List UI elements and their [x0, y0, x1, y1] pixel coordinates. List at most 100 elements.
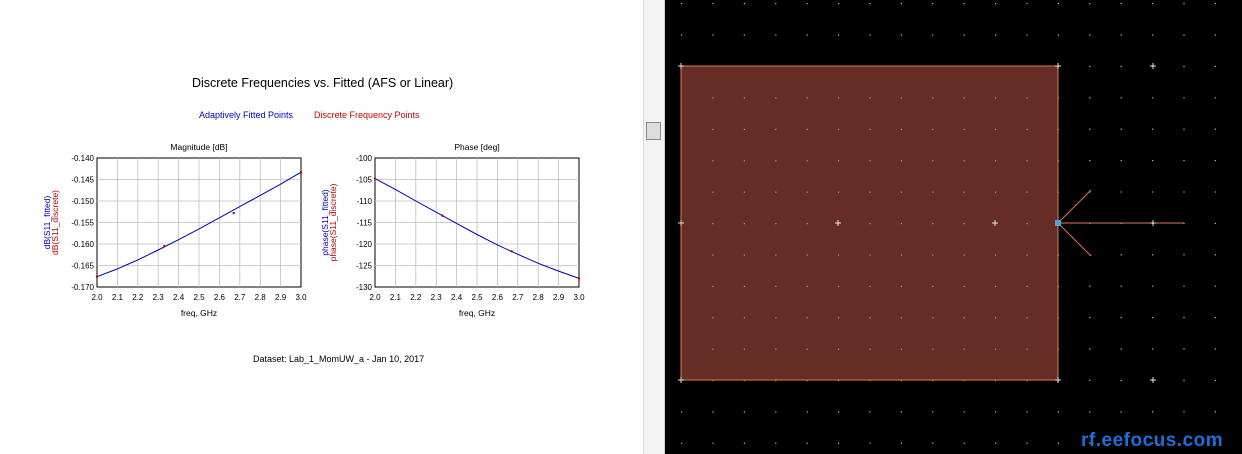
grid-dot	[806, 254, 808, 256]
grid-dot	[1120, 348, 1122, 350]
grid-dot	[775, 285, 777, 287]
vertical-scrollbar[interactable]	[643, 0, 665, 454]
grid-dot	[1089, 348, 1091, 350]
grid-dot	[1057, 348, 1059, 350]
grid-dot	[963, 128, 965, 130]
grid-dot	[712, 97, 714, 99]
scrollbar-thumb[interactable]	[646, 122, 661, 140]
grid-dot	[1057, 317, 1059, 319]
grid-dot	[1183, 191, 1185, 193]
grid-dot	[1026, 160, 1028, 162]
grid-dot	[869, 317, 871, 319]
grid-dot	[1089, 160, 1091, 162]
grid-dot	[1214, 285, 1216, 287]
grid-dot	[963, 97, 965, 99]
grid-dot	[869, 442, 871, 444]
grid-dot	[1026, 380, 1028, 382]
grid-dot	[712, 3, 714, 5]
grid-dot	[775, 411, 777, 413]
grid-dot	[1120, 65, 1122, 67]
grid-dot	[838, 380, 840, 382]
x-tick-label: 2.9	[553, 293, 565, 302]
grid-dot	[775, 97, 777, 99]
discrete-point	[232, 211, 235, 215]
grid-dot	[963, 348, 965, 350]
grid-dot	[995, 254, 997, 256]
watermark: rf.eefocus.com	[1081, 430, 1224, 451]
grid-dot	[995, 97, 997, 99]
grid-dot	[1120, 254, 1122, 256]
x-tick-label: 2.7	[512, 293, 524, 302]
grid-dot	[806, 97, 808, 99]
grid-dot	[932, 128, 934, 130]
layout-view[interactable]: rf.eefocus.com	[665, 0, 1242, 454]
grid-dot	[775, 223, 777, 225]
x-tick-label: 2.4	[173, 293, 185, 302]
grid-dot	[869, 97, 871, 99]
grid-dot	[1120, 97, 1122, 99]
y-tick-label: -0.155	[71, 219, 94, 228]
x-axis-label: freq, GHz	[181, 308, 217, 318]
grid-dot	[806, 160, 808, 162]
grid-dot	[932, 317, 934, 319]
grid-dot	[838, 160, 840, 162]
grid-dot	[869, 160, 871, 162]
grid-dot	[1120, 160, 1122, 162]
grid-dot	[806, 285, 808, 287]
grid-dot	[681, 3, 683, 5]
grid-dot	[806, 442, 808, 444]
feed-line[interactable]	[1057, 189, 1184, 257]
grid-dot	[743, 380, 745, 382]
y-tick-label: -0.160	[71, 240, 94, 249]
grid-dot	[1057, 34, 1059, 36]
grid-dot	[775, 317, 777, 319]
grid-dot	[1120, 317, 1122, 319]
grid-dot	[900, 254, 902, 256]
port-pin-icon[interactable]	[1055, 220, 1061, 226]
grid-dot	[995, 34, 997, 36]
grid-dot	[1214, 379, 1216, 381]
grid-dot	[963, 442, 965, 444]
grid-dot	[743, 348, 745, 350]
grid-dot	[932, 380, 934, 382]
grid-dot	[712, 348, 714, 350]
grid-dot	[838, 411, 840, 413]
grid-dot	[775, 160, 777, 162]
grid-dot	[775, 254, 777, 256]
y-tick-label: -0.170	[71, 283, 94, 292]
grid-dot	[1057, 411, 1059, 413]
grid-dot	[869, 34, 871, 36]
grid-dot	[995, 191, 997, 193]
grid-dot	[712, 317, 714, 319]
grid-dot	[1214, 34, 1216, 36]
grid-dot	[1120, 34, 1122, 36]
grid-dot	[1183, 254, 1185, 256]
grid-dot	[1183, 348, 1185, 350]
grid-dot	[1026, 317, 1028, 319]
x-tick-label: 2.5	[471, 293, 483, 302]
grid-dot	[1057, 442, 1059, 444]
grid-dot	[900, 442, 902, 444]
discrete-point	[510, 250, 513, 253]
x-tick-label: 2.8	[533, 293, 545, 302]
grid-dot	[1089, 34, 1091, 36]
grid-dot	[806, 223, 808, 225]
grid-dot	[838, 128, 840, 130]
grid-dot	[806, 348, 808, 350]
grid-dot	[1026, 34, 1028, 36]
grid-dot	[1214, 222, 1216, 224]
grid-dot	[1089, 285, 1091, 287]
grid-dot	[1214, 411, 1216, 413]
grid-dot	[963, 3, 965, 5]
grid-dot	[1089, 411, 1091, 413]
discrete-point	[163, 244, 166, 248]
y-tick-label: -120	[356, 240, 373, 249]
grid-dot	[963, 380, 965, 382]
grid-dot	[1026, 191, 1028, 193]
grid-dot	[743, 411, 745, 413]
grid-dot	[1214, 3, 1216, 5]
y-tick-label: -0.165	[71, 262, 94, 271]
grid-dot	[932, 97, 934, 99]
layout-canvas[interactable]	[665, 0, 1242, 454]
grid-dot	[1026, 97, 1028, 99]
